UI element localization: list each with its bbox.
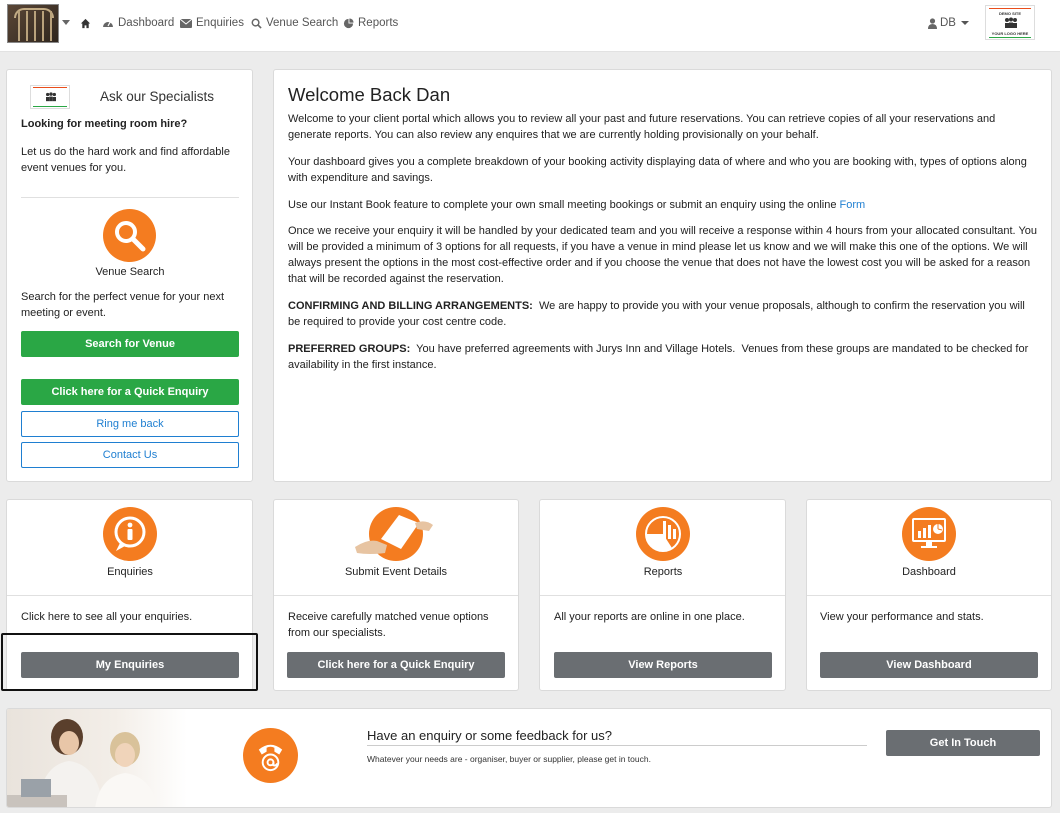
billing-label: CONFIRMING AND BILLING ARRANGEMENTS:: [288, 300, 533, 312]
nav-enquiries-label: Enquiries: [196, 17, 244, 29]
nav-enquiries[interactable]: Enquiries: [180, 16, 244, 30]
phone-at-icon: [243, 728, 298, 783]
reports-title: Reports: [643, 566, 683, 578]
divider: [807, 595, 1051, 596]
specialists-heading: Looking for meeting room hire?: [21, 118, 188, 130]
specialists-brand-logo: [30, 85, 70, 109]
highlight-outline: [1, 633, 258, 691]
women-photo: [7, 709, 187, 807]
nav-venue-search-label: Venue Search: [266, 17, 339, 29]
form-link[interactable]: Form: [840, 199, 866, 211]
user-initials: DB: [940, 17, 956, 29]
search-icon: [251, 18, 262, 29]
welcome-paragraph-4: Once we receive your enquiry it will be …: [288, 225, 1038, 285]
nav-dashboard-label: Dashboard: [118, 17, 175, 29]
user-menu[interactable]: DB: [928, 16, 969, 30]
enquiries-text: Click here to see all your enquiries.: [21, 611, 193, 623]
home-icon: [80, 18, 91, 28]
magnifier-icon: [115, 221, 146, 252]
venue-logo[interactable]: [7, 4, 59, 43]
contact-banner: Have an enquiry or some feedback for us?…: [6, 708, 1052, 808]
nav-dashboard[interactable]: Dashboard: [102, 16, 174, 30]
submit-event-text: Receive carefully matched venue options …: [288, 611, 489, 639]
banner-subtext: Whatever your needs are - organiser, buy…: [367, 754, 651, 764]
client-brand-logo: DEMO SITE YOUR LOGO HERE: [985, 5, 1035, 40]
hand-document-icon: [355, 507, 433, 561]
view-dashboard-button[interactable]: View Dashboard: [820, 652, 1038, 678]
welcome-title: Welcome Back Dan: [288, 84, 451, 105]
venue-search-label: Venue Search: [95, 266, 165, 278]
venue-search-circle[interactable]: [103, 209, 156, 262]
get-in-touch-button[interactable]: Get In Touch: [886, 730, 1040, 756]
brand-top-text: DEMO SITE: [998, 11, 1021, 16]
enquiries-title: Enquiries: [107, 566, 153, 578]
specialists-text: Let us do the hard work and find afforda…: [21, 146, 230, 174]
specialists-title: Ask our Specialists: [100, 89, 215, 104]
divider: [367, 745, 867, 746]
nav-venue-search[interactable]: Venue Search: [251, 16, 338, 30]
monitor-chart-icon: [902, 507, 956, 561]
nav-home[interactable]: [80, 16, 91, 30]
chevron-down-icon: [960, 21, 969, 25]
people-logo-icon: [46, 92, 56, 102]
venue-search-text: Search for the perfect venue for your ne…: [21, 291, 225, 319]
quick-enquiry-button[interactable]: Click here for a Quick Enquiry: [21, 379, 239, 405]
nav-reports-label: Reports: [358, 17, 399, 29]
divider: [7, 595, 252, 596]
nav-reports[interactable]: Reports: [343, 16, 398, 30]
envelope-icon: [180, 18, 192, 28]
preferred-groups-label: PREFERRED GROUPS:: [288, 343, 411, 355]
pie-chart-icon: [636, 507, 690, 561]
view-reports-button[interactable]: View Reports: [554, 652, 772, 678]
welcome-paragraph-5: CONFIRMING AND BILLING ARRANGEMENTS: We …: [288, 298, 1040, 330]
info-chat-icon: [103, 507, 157, 561]
submit-quick-enquiry-button[interactable]: Click here for a Quick Enquiry: [287, 652, 505, 678]
search-for-venue-button[interactable]: Search for Venue: [21, 331, 239, 357]
banner-heading: Have an enquiry or some feedback for us?: [367, 728, 612, 743]
welcome-paragraph-1: Welcome to your client portal which allo…: [288, 113, 996, 141]
top-navbar: Dashboard Enquiries Venue Search Reports…: [0, 0, 1060, 52]
reports-text: All your reports are online in one place…: [554, 611, 745, 623]
ring-me-back-button[interactable]: Ring me back: [21, 411, 239, 437]
welcome-paragraph-3: Use our Instant Book feature to complete…: [288, 197, 1040, 213]
dashboard-title: Dashboard: [902, 566, 956, 578]
contact-us-button[interactable]: Contact Us: [21, 442, 239, 468]
dashboard-gauge-icon: [103, 21, 113, 27]
submit-event-title: Submit Event Details: [344, 566, 448, 578]
user-icon: [928, 17, 937, 29]
welcome-p3-text: Use our Instant Book feature to complete…: [288, 199, 840, 211]
divider: [274, 595, 518, 596]
people-logo-icon: [1005, 17, 1017, 28]
welcome-paragraph-2: Your dashboard gives you a complete brea…: [288, 156, 1027, 184]
pie-chart-icon: [343, 17, 354, 28]
dashboard-text: View your performance and stats.: [820, 611, 984, 623]
logo-dropdown-caret[interactable]: [62, 20, 70, 25]
divider: [21, 197, 239, 198]
brand-bottom-text: YOUR LOGO HERE: [991, 31, 1029, 36]
welcome-paragraph-6: PREFERRED GROUPS: You have preferred agr…: [288, 341, 1040, 373]
divider: [540, 595, 785, 596]
